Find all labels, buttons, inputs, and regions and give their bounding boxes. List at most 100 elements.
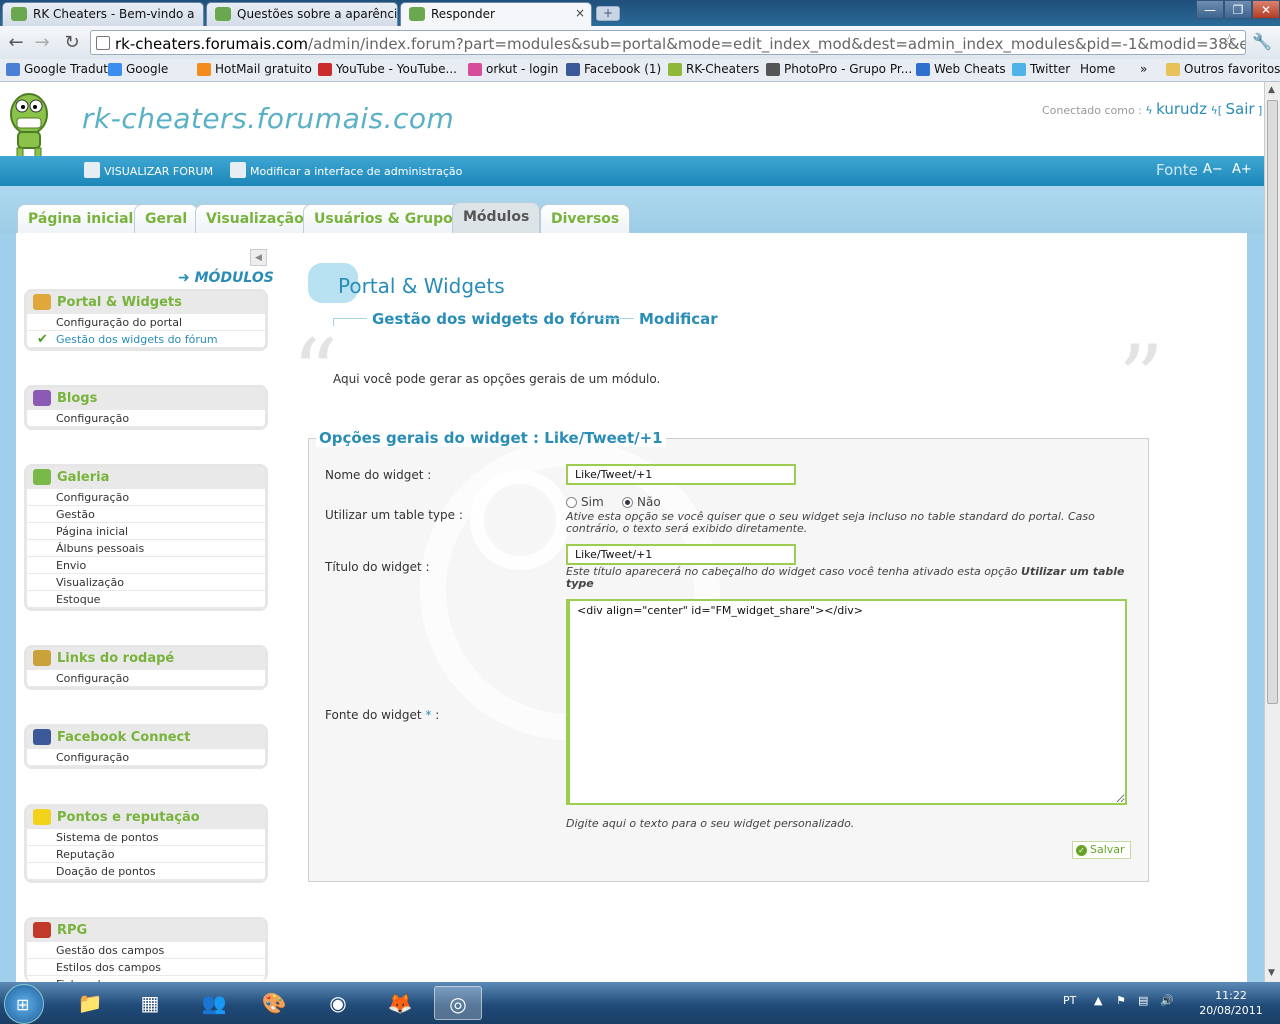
browser-tab[interactable]: RK Cheaters - Bem-vindo a (2, 2, 204, 26)
logout-link[interactable]: Sair (1226, 100, 1255, 118)
chrome-icon[interactable]: ◎ (434, 986, 482, 1020)
font-decrease-icon[interactable]: A− (1203, 162, 1223, 180)
sidebar-group: Pontos e reputação Sistema de pontos Reput… (24, 804, 268, 883)
back-arrow-icon[interactable]: ← (6, 32, 26, 53)
explorer-icon[interactable]: 📁 (66, 986, 114, 1020)
sidebar-link[interactable]: ✔ Gestão dos widgets do fórum (27, 331, 265, 348)
breadcrumb-widgets[interactable]: Gestão dos widgets do fórum (372, 310, 620, 328)
radio-sim-circle[interactable] (566, 497, 577, 508)
url-host: rk-cheaters.forumais.com (115, 35, 309, 53)
url-input[interactable]: rk-cheaters.forumais.com/admin/index.for… (90, 30, 1246, 55)
tab-geral[interactable]: Geral (134, 204, 199, 234)
bookmark-item[interactable]: RK-Cheaters (668, 62, 759, 76)
rk-icon (668, 63, 682, 76)
site-title[interactable]: rk-cheaters.forumais.com (82, 102, 454, 135)
widget-source-textarea[interactable]: <div align="center" id="FM_widget_share"… (566, 599, 1127, 805)
radio-nao-circle[interactable] (622, 497, 633, 508)
widget-title-input[interactable] (566, 544, 796, 565)
sidebar-link[interactable]: Álbuns pessoais (27, 540, 265, 557)
browser-tab[interactable]: Questões sobre a aparência (206, 2, 398, 26)
sidebar-group-title: Portal & Widgets (27, 292, 265, 314)
scroll-down-icon[interactable]: ▼ (1268, 968, 1275, 978)
sidebar-link[interactable]: Gestão (27, 506, 265, 523)
sidebar-link[interactable]: Reputação (27, 846, 265, 863)
bookmark-item[interactable]: orkut - login (468, 62, 558, 76)
tab-pagina-inicial[interactable]: Página inicial (17, 204, 145, 234)
sidebar-link-label: Álbuns pessoais (56, 542, 145, 555)
start-button[interactable]: ⊞ (4, 984, 44, 1024)
sidebar-link[interactable]: Envio (27, 557, 265, 574)
browser-tab-active[interactable]: Responder × (400, 2, 592, 26)
bookmark-star-icon[interactable]: ☆ (1222, 31, 1237, 51)
modify-interface-label: Modificar a interface de administração (250, 165, 463, 178)
sidebar-link[interactable]: Sistema de pontos (27, 829, 265, 846)
bookmark-item[interactable]: Home (1080, 62, 1115, 76)
bookmark-item[interactable]: Web Cheats (916, 62, 1006, 76)
sidebar-link[interactable]: Estoque (27, 591, 265, 608)
modify-interface-link[interactable]: Modificar a interface de administração (230, 162, 463, 178)
site-header: rk-cheaters.forumais.com Conectado como … (0, 82, 1264, 158)
widget-source-label-colon: : (435, 708, 440, 722)
sidebar-link[interactable]: Configuração (27, 749, 265, 766)
photopro-icon (766, 63, 780, 76)
sidebar-link[interactable]: Configuração (27, 489, 265, 506)
radio-sim[interactable]: Sim (566, 495, 604, 509)
reload-icon[interactable]: ↻ (62, 32, 82, 53)
messenger-icon[interactable]: 👥 (190, 986, 238, 1020)
bookmark-item[interactable]: Twitter (1012, 62, 1070, 76)
sidebar-link[interactable]: Página inicial (27, 523, 265, 540)
sidebar-link-label: Estoque (56, 593, 101, 606)
sidebar-link[interactable]: Configuração (27, 410, 265, 427)
widget-name-label: Nome do widget : (325, 468, 432, 482)
radio-nao[interactable]: Não (622, 495, 661, 509)
media-icon[interactable]: ◉ (314, 986, 362, 1020)
paint-icon[interactable]: 🎨 (250, 986, 298, 1020)
sidebar-link[interactable]: Visualização (27, 574, 265, 591)
calculator-icon[interactable]: ▦ (126, 986, 174, 1020)
blog-icon (33, 390, 51, 406)
view-forum-link[interactable]: VISUALIZAR FORUM (84, 162, 213, 178)
bookmark-item[interactable]: PhotoPro - Grupo Pr... (766, 62, 912, 76)
forward-arrow-icon[interactable]: → (32, 32, 52, 53)
bookmark-item[interactable]: HotMail gratuito (197, 62, 312, 76)
close-tab-icon[interactable]: × (575, 6, 585, 20)
scroll-up-icon[interactable]: ▲ (1268, 85, 1275, 95)
language-indicator[interactable]: PT (1063, 994, 1076, 1007)
radio-sim-label: Sim (581, 495, 604, 509)
bookmark-item[interactable]: Facebook (1) (566, 62, 661, 76)
bookmark-item[interactable]: YouTube - YouTube... (318, 62, 457, 76)
network-icon[interactable]: ▤ (1138, 994, 1148, 1007)
tab-usuarios-grupos[interactable]: Usuários & Grupos (303, 204, 473, 234)
rk-favicon-icon (409, 7, 425, 21)
username-link[interactable]: kurudz (1156, 100, 1207, 118)
scrollbar-thumb[interactable] (1267, 100, 1278, 704)
bookmarks-overflow-icon[interactable]: » (1140, 62, 1147, 76)
sidebar-group-title-text: Galeria (57, 470, 110, 485)
sidebar-link[interactable]: Doação de pontos (27, 863, 265, 880)
other-bookmarks[interactable]: Outros favoritos (1166, 62, 1280, 76)
wrench-icon[interactable]: 🔧 (1252, 32, 1272, 51)
flag-icon[interactable]: ⚑ (1116, 994, 1126, 1007)
maximize-button[interactable]: ❐ (1224, 0, 1252, 19)
clock[interactable]: 11:22 20/08/2011 (1196, 988, 1266, 1018)
new-tab-button[interactable]: + (596, 6, 620, 21)
bookmark-item[interactable]: Google Tradutor (6, 62, 120, 76)
sidebar-link[interactable]: Configuração (27, 670, 265, 687)
tab-modulos[interactable]: Módulos (452, 202, 541, 234)
minimize-button[interactable]: — (1196, 0, 1224, 19)
close-window-button[interactable]: ✕ (1252, 0, 1280, 19)
tab-diversos[interactable]: Diversos (540, 204, 631, 234)
volume-icon[interactable]: 🔊 (1160, 994, 1174, 1007)
save-button[interactable]: ✓ Salvar (1072, 841, 1131, 859)
tray-arrow-icon[interactable]: ▲ (1094, 994, 1102, 1007)
sidebar-link[interactable]: Estilos dos campos (27, 959, 265, 976)
widget-name-input[interactable] (566, 464, 796, 485)
tab-visualizacao[interactable]: Visualização (195, 204, 315, 234)
collapse-sidebar-icon[interactable]: ◀ (250, 249, 267, 266)
vertical-scrollbar[interactable]: ▲ ▼ (1264, 82, 1280, 982)
sidebar-link[interactable]: Gestão dos campos (27, 942, 265, 959)
firefox-icon[interactable]: 🦊 (376, 986, 424, 1020)
bookmark-item[interactable]: Google (108, 62, 168, 76)
sidebar-link[interactable]: Configuração do portal (27, 314, 265, 331)
font-increase-icon[interactable]: A+ (1232, 162, 1252, 180)
